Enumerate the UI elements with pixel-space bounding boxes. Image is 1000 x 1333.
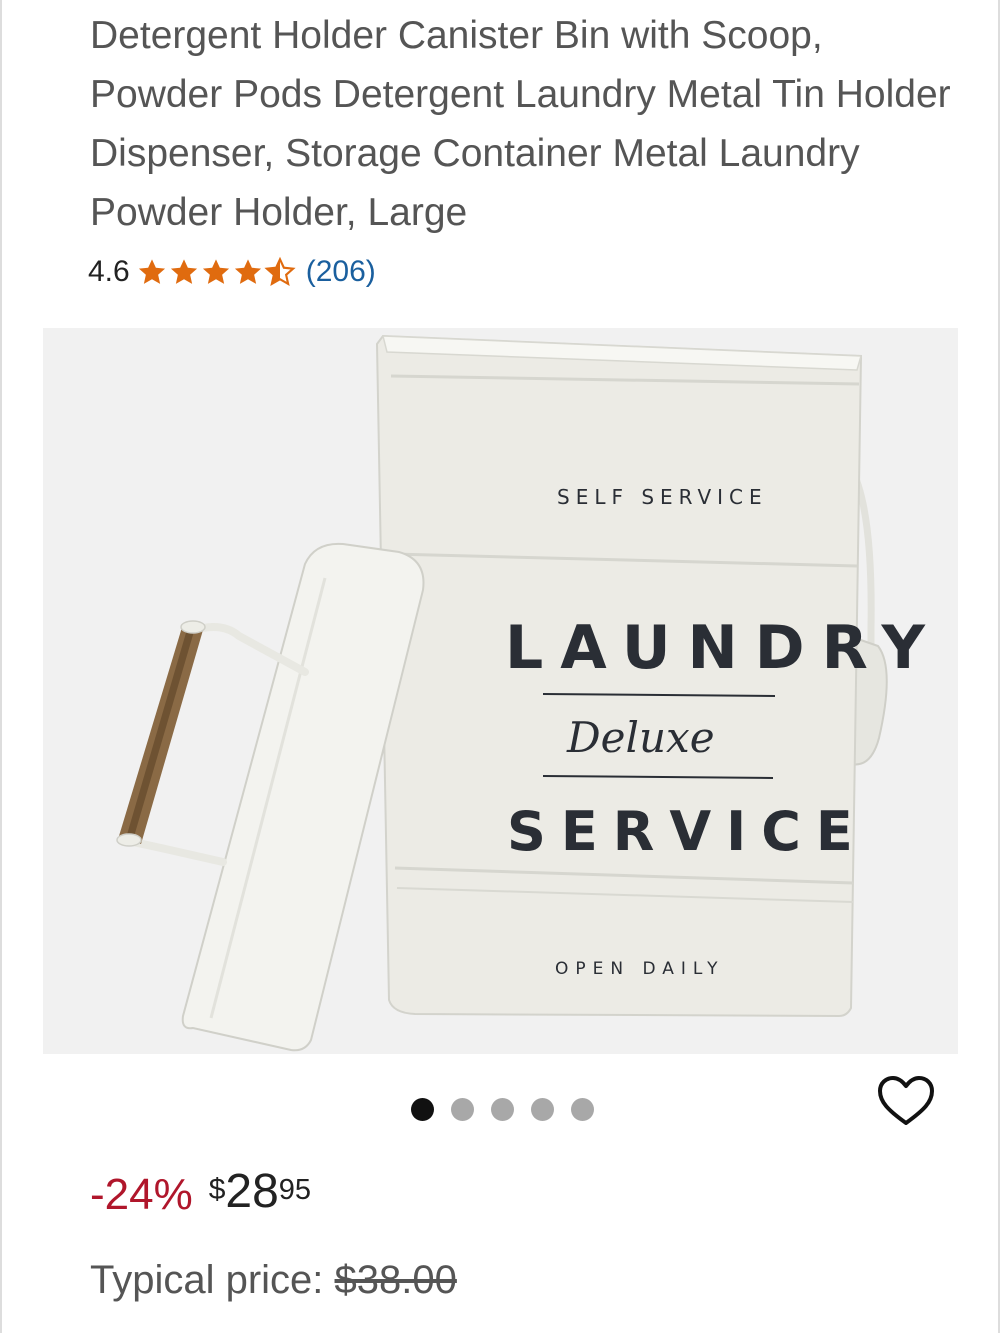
carousel-dots[interactable]	[411, 1098, 594, 1121]
canister-text-footer: OPEN DAILY	[555, 959, 725, 979]
carousel-dot-3[interactable]	[491, 1098, 514, 1121]
star-full-icon	[234, 259, 261, 284]
carousel-dot-4[interactable]	[531, 1098, 554, 1121]
review-count-link[interactable]: (206)	[306, 255, 376, 289]
typical-price: Typical price: $38.00	[90, 1258, 457, 1303]
star-half-icon	[264, 256, 296, 286]
product-image[interactable]: SELF SERVICE LAUNDRY Deluxe SERVICE OPEN…	[43, 328, 958, 1054]
rating-value: 4.6	[88, 255, 130, 288]
product-title: Detergent Holder Canister Bin with Scoop…	[90, 14, 951, 234]
star-full-icon	[202, 259, 229, 284]
left-border	[0, 0, 2, 1333]
laundry-canister-photo: SELF SERVICE LAUNDRY Deluxe SERVICE OPEN…	[116, 334, 942, 1052]
carousel-dot-2[interactable]	[451, 1098, 474, 1121]
typical-price-label: Typical price:	[90, 1258, 335, 1302]
carousel-dot-1[interactable]	[411, 1098, 434, 1121]
price-cents: 95	[278, 1174, 312, 1206]
star-rating	[136, 256, 296, 288]
carousel-dot-5[interactable]	[571, 1098, 594, 1121]
canister-text-bottom: SERVICE	[507, 800, 868, 863]
discount-badge: -24%	[90, 1170, 193, 1219]
price-row: -24% $ 28 95	[90, 1160, 311, 1230]
canister-text-script: Deluxe	[566, 713, 715, 762]
star-full-icon	[138, 259, 165, 284]
price-dollars: 28	[225, 1165, 279, 1218]
heart-outline-icon[interactable]	[876, 1074, 936, 1128]
typical-price-value: $38.00	[334, 1258, 457, 1302]
rating-row[interactable]: 4.6 (206)	[88, 250, 376, 294]
star-full-icon	[170, 259, 197, 284]
canister-text-main: LAUNDRY	[505, 613, 942, 683]
price-currency: $	[208, 1173, 226, 1206]
canister-text-top: SELF SERVICE	[557, 485, 768, 509]
